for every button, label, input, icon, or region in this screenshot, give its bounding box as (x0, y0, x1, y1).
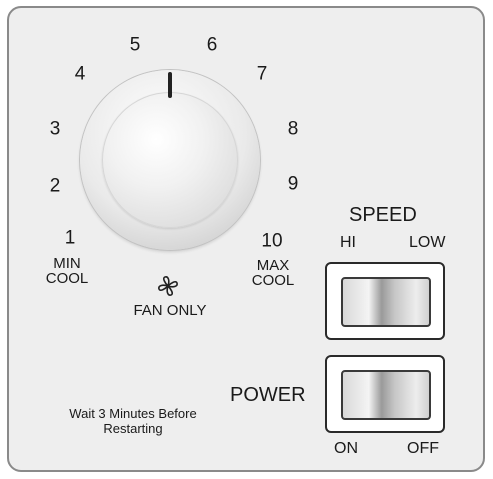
dial-position-9: 9 (287, 173, 299, 195)
dial-position-2: 2 (49, 175, 61, 197)
dial-position-4: 4 (74, 63, 86, 85)
min-cool-label: MIN COOL (45, 255, 89, 287)
power-title: POWER (230, 384, 306, 406)
max-cool-label: MAX COOL (251, 257, 295, 289)
power-off-label: OFF (407, 440, 439, 457)
dial-position-10: 10 (261, 230, 283, 252)
power-switch[interactable] (325, 355, 445, 433)
dial-position-6: 6 (206, 34, 218, 56)
restart-note: Wait 3 Minutes Before Restarting (69, 406, 197, 436)
speed-title: SPEED (349, 204, 417, 226)
power-rocker[interactable] (341, 370, 431, 420)
dial-position-7: 7 (256, 63, 268, 85)
speed-switch[interactable] (325, 262, 445, 340)
speed-low-label: LOW (409, 234, 446, 251)
speed-hi-label: HI (340, 234, 356, 251)
thermostat-knob[interactable] (80, 70, 260, 250)
power-on-label: ON (334, 440, 358, 457)
dial-position-3: 3 (49, 118, 61, 140)
dial-position-1: 1 (64, 227, 76, 249)
knob-pointer (168, 72, 172, 98)
fan-only-label: FAN ONLY (133, 302, 207, 319)
dial-position-5: 5 (129, 34, 141, 56)
dial-position-8: 8 (287, 118, 299, 140)
speed-rocker[interactable] (341, 277, 431, 327)
knob-face (102, 92, 238, 228)
fan-icon (158, 276, 178, 296)
